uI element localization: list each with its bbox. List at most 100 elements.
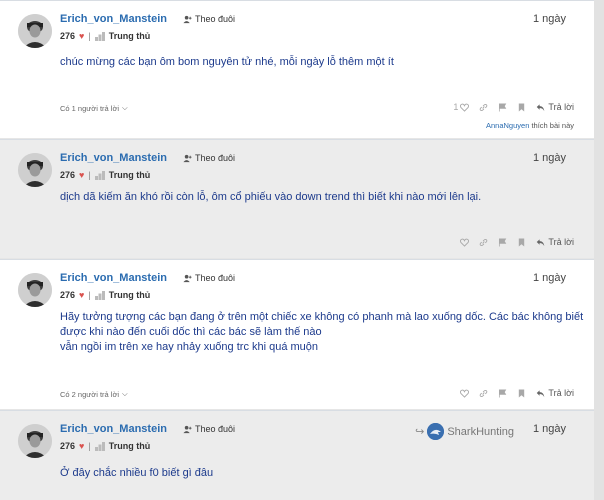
rank-icon [94,441,105,451]
author-score: 276 [60,290,76,300]
meta-separator: | [88,290,91,300]
author-score: 276 [60,441,76,451]
comment-body: chúc mừng các bạn ôm bom nguyên tử nhé, … [60,56,394,68]
follow-label: Theo đuôi [195,153,236,163]
comment-body: dịch dã kiếm ăn khó rồi còn lỗ, ôm cổ ph… [60,191,482,203]
meta-separator: | [88,31,91,41]
follow-button[interactable]: Theo đuôi [183,14,235,24]
meta-separator: | [88,441,91,451]
heart-icon: ♥ [79,290,85,300]
follow-button[interactable]: Theo đuôi [183,153,235,163]
replies-label: Có 2 người trả lời [60,389,120,399]
comment-body: Hãy tưởng tượng các bạn đang ở trên một … [60,310,583,355]
chevron-down-icon: ⌵ [122,103,128,112]
rank-icon [94,31,105,41]
post-time: 1 ngày [532,423,566,435]
post-time: 1 ngày [532,13,566,25]
follow-label: Theo đuôi [195,424,236,434]
reply-label: Trả lời [548,102,574,112]
follow-button[interactable]: Theo đuôi [183,273,235,283]
follow-label: Theo đuôi [195,14,236,24]
author-rank: Trung thủ [108,290,151,300]
comment-line: vẫn ngồi im trên xe hay nhảy xuống trc k… [60,341,319,353]
bookmark-icon[interactable] [517,237,526,247]
rank-icon [94,170,105,180]
heart-icon: ♥ [79,441,85,451]
follow-label: Theo đuôi [195,273,236,283]
person-plus-icon [183,425,192,433]
author-meta: 276 ♥ | Trung thủ [60,441,150,451]
flag-icon[interactable] [498,102,507,112]
share-arrow-icon: ↪ [415,426,425,438]
author-meta: 276 ♥ | Trung thủ [60,170,150,180]
reply-button[interactable]: Trả lời [536,388,574,398]
action-bar: Trả lời [460,237,574,247]
author-meta: 276 ♥ | Trung thủ [60,290,150,300]
comment-thread: Erich_von_Manstein Theo đuôi 1 ngày 276 … [0,0,604,500]
flag-icon[interactable] [498,388,507,398]
reply-button[interactable]: Trả lời [536,102,574,112]
shark-avatar-icon [427,423,445,440]
reply-arrow-icon [537,103,545,111]
reply-label: Trả lời [548,237,574,247]
action-bar: Trả lời [460,388,574,398]
bookmark-icon[interactable] [517,388,526,398]
comment-post: Erich_von_Manstein Theo đuôi 1 ngày 276 … [0,139,604,258]
liker-name[interactable]: AnnaNguyen [486,121,529,130]
post-time: 1 ngày [532,152,566,164]
author-name[interactable]: Erich_von_Manstein [60,152,167,164]
heart-outline-icon[interactable] [460,389,470,398]
comment-post: Erich_von_Manstein Theo đuôi ↪ SharkHunt… [0,410,604,500]
link-icon[interactable] [479,238,488,247]
comment-body: Ở đây chắc nhiều f0 biết gì đâu [60,467,214,479]
liked-by-suffix: thích bài này [531,121,574,130]
shared-from-name: SharkHunting [447,425,514,438]
heart-icon: ♥ [79,170,85,180]
comment-post: Erich_von_Manstein Theo đuôi 1 ngày 276 … [0,259,604,409]
bookmark-icon[interactable] [517,102,526,112]
person-plus-icon [183,154,192,162]
replies-toggle[interactable]: Có 2 người trả lời ⌵ [60,389,128,399]
shared-from[interactable]: ↪ SharkHunting [415,423,514,440]
replies-label: Có 1 người trả lời [60,103,120,113]
like-count: 1 [453,102,459,112]
meta-separator: | [88,170,91,180]
author-name[interactable]: Erich_von_Manstein [60,272,167,284]
avatar[interactable] [18,273,52,307]
flag-icon[interactable] [498,237,507,247]
liked-by: AnnaNguyen thích bài này [486,121,574,130]
author-rank: Trung thủ [108,31,151,41]
author-rank: Trung thủ [108,170,151,180]
author-name[interactable]: Erich_von_Manstein [60,13,167,25]
post-time: 1 ngày [532,272,566,284]
avatar[interactable] [18,14,52,48]
replies-toggle[interactable]: Có 1 người trả lời ⌵ [60,103,128,113]
avatar[interactable] [18,153,52,187]
heart-icon: ♥ [79,31,85,41]
avatar[interactable] [18,424,52,458]
heart-outline-icon[interactable] [460,238,470,247]
scrollbar-track[interactable] [594,0,604,500]
author-score: 276 [60,31,76,41]
link-icon[interactable] [479,103,488,112]
heart-outline-icon [460,103,470,112]
reply-label: Trả lời [548,388,574,398]
like-button[interactable]: 1 [453,102,470,112]
reply-button[interactable]: Trả lời [536,237,574,247]
follow-button[interactable]: Theo đuôi [183,424,235,434]
person-plus-icon [183,274,192,282]
author-score: 276 [60,170,76,180]
reply-arrow-icon [537,389,545,397]
rank-icon [94,290,105,300]
person-plus-icon [183,15,192,23]
author-rank: Trung thủ [108,441,151,451]
author-name[interactable]: Erich_von_Manstein [60,423,167,435]
comment-line: Hãy tưởng tượng các bạn đang ở trên một … [60,311,584,323]
reply-arrow-icon [537,238,545,246]
comment-line: được khi nào đến cuối dốc thì các bác sẽ… [60,326,322,338]
author-meta: 276 ♥ | Trung thủ [60,31,150,41]
action-bar: 1 Trả lời [453,102,574,112]
link-icon[interactable] [479,389,488,398]
comment-post: Erich_von_Manstein Theo đuôi 1 ngày 276 … [0,0,604,138]
chevron-down-icon: ⌵ [122,389,128,398]
